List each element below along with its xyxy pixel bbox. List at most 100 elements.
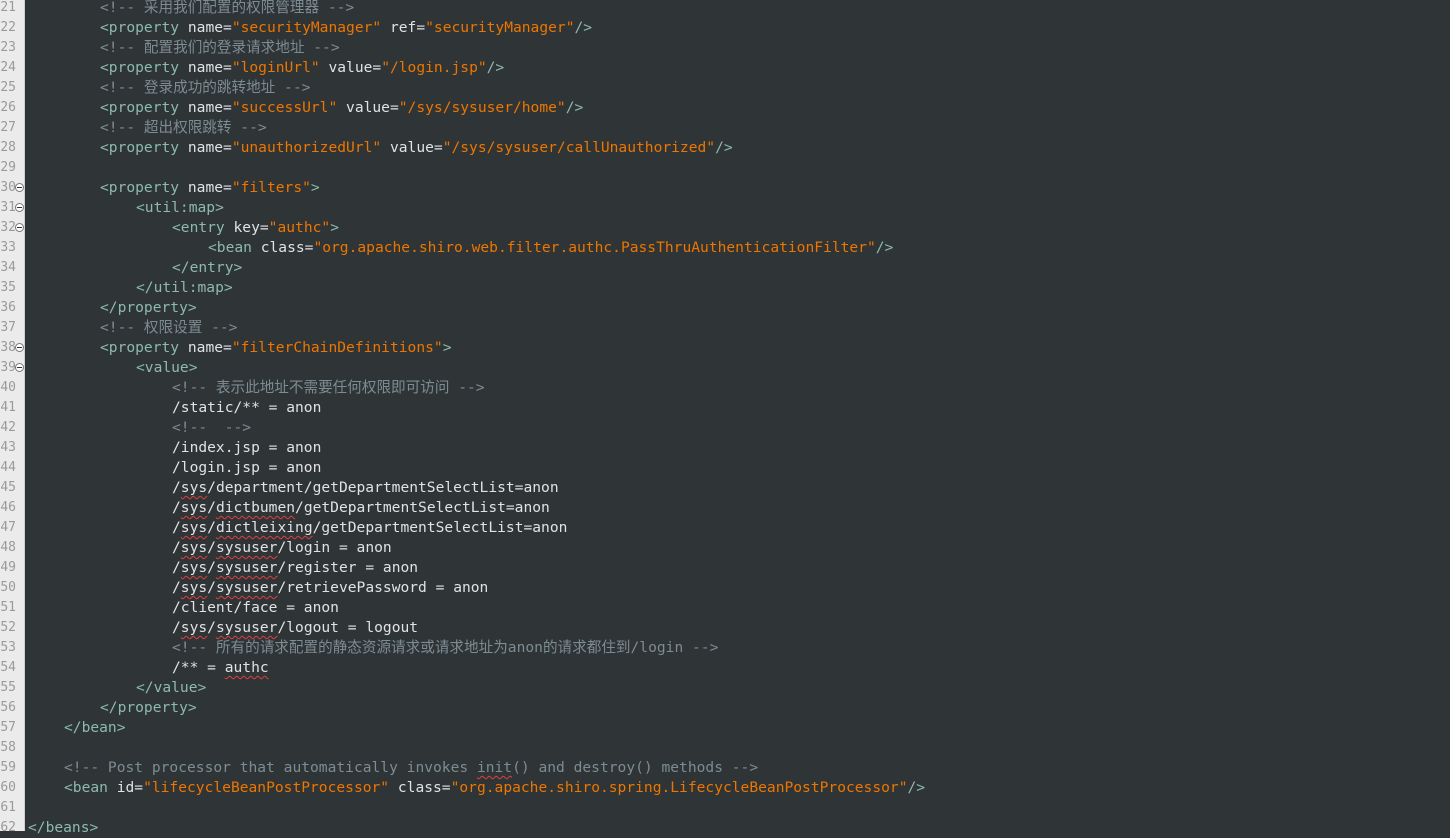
code-line[interactable]: 57 </bean> bbox=[0, 718, 1450, 738]
code-line[interactable]: 38 <property name="filterChainDefinitions… bbox=[0, 338, 1450, 358]
code-line[interactable]: 42 <!-- --> bbox=[0, 418, 1450, 438]
line-number: 35 bbox=[0, 280, 16, 295]
xml-attribute: name= bbox=[187, 139, 232, 156]
line-number: 48 bbox=[0, 540, 16, 555]
code-line[interactable]: 41/static/** = anon bbox=[0, 398, 1450, 418]
config-text: / bbox=[207, 579, 216, 596]
xml-tag: <entry bbox=[172, 219, 234, 236]
code-line[interactable]: 56 </property> bbox=[0, 698, 1450, 718]
code-line[interactable]: 61 bbox=[0, 798, 1450, 818]
config-text: /login.jsp = anon bbox=[172, 459, 322, 476]
line-number: 62 bbox=[0, 820, 16, 835]
xml-tag: <property bbox=[100, 59, 188, 76]
xml-comment: <!-- 配置我们的登录请求地址 --> bbox=[100, 39, 340, 56]
code-line[interactable]: 27 <!-- 超出权限跳转 --> bbox=[0, 118, 1450, 138]
xml-attribute: name= bbox=[187, 19, 232, 36]
xml-string: "authc" bbox=[268, 219, 331, 236]
code-line[interactable]: 44/login.jsp = anon bbox=[0, 458, 1450, 478]
line-number: 22 bbox=[0, 20, 16, 35]
code-line[interactable]: 26 <property name="successUrl" value="/sy… bbox=[0, 98, 1450, 118]
code-text: <property name="filterChainDefinitions"> bbox=[100, 338, 451, 358]
xml-comment: <!-- 权限设置 --> bbox=[100, 319, 238, 336]
code-line[interactable]: 30 <property name="filters"> bbox=[0, 178, 1450, 198]
xml-tag: > bbox=[310, 179, 320, 196]
code-line[interactable]: 55 </value> bbox=[0, 678, 1450, 698]
fold-toggle-icon[interactable] bbox=[15, 343, 24, 352]
code-line[interactable]: 25 <!-- 登录成功的跳转地址 --> bbox=[0, 78, 1450, 98]
misspelled-word: sys bbox=[180, 499, 208, 516]
code-line[interactable]: 37 <!-- 权限设置 --> bbox=[0, 318, 1450, 338]
code-line[interactable]: 35 </util:map> bbox=[0, 278, 1450, 298]
code-text: <!-- 配置我们的登录请求地址 --> bbox=[100, 38, 340, 58]
code-line[interactable]: 46/sys/dictbumen/getDepartmentSelectList… bbox=[0, 498, 1450, 518]
xml-attribute: name= bbox=[187, 339, 232, 356]
code-line[interactable]: 24 <property name="loginUrl" value="/logi… bbox=[0, 58, 1450, 78]
xml-comment: <!-- 登录成功的跳转地址 --> bbox=[100, 79, 311, 96]
config-text: / bbox=[207, 559, 216, 576]
line-number: 47 bbox=[0, 520, 16, 535]
fold-toggle-icon[interactable] bbox=[15, 203, 24, 212]
code-line[interactable]: 33 <bean class="org.apache.shiro.web.filt… bbox=[0, 238, 1450, 258]
code-editor[interactable]: 21 <!-- 采用我们配置的权限管理器 --> 22 <property name=… bbox=[0, 0, 1450, 836]
code-line[interactable]: 62 </beans> bbox=[0, 818, 1450, 838]
code-text: </property> bbox=[100, 698, 197, 718]
code-line[interactable]: 53 <!-- 所有的请求配置的静态资源请求或请求地址为anon的请求都住到/lo… bbox=[0, 638, 1450, 658]
code-text: </beans> bbox=[28, 818, 98, 838]
line-number: 61 bbox=[0, 800, 16, 815]
code-line[interactable]: 45/sys/department/getDepartmentSelectLis… bbox=[0, 478, 1450, 498]
line-number: 33 bbox=[0, 240, 16, 255]
code-line[interactable]: 47/sys/dictleixing/getDepartmentSelectLi… bbox=[0, 518, 1450, 538]
code-line[interactable]: 23 <!-- 配置我们的登录请求地址 --> bbox=[0, 38, 1450, 58]
code-line[interactable]: 51/client/face = anon bbox=[0, 598, 1450, 618]
code-line[interactable]: 48/sys/sysuser/login = anon bbox=[0, 538, 1450, 558]
fold-toggle-icon[interactable] bbox=[15, 223, 24, 232]
code-line[interactable]: 60 <bean id="lifecycleBeanPostProcessor" … bbox=[0, 778, 1450, 798]
xml-tag: </util:map> bbox=[136, 279, 233, 296]
xml-string: "/sys/sysuser/callUnauthorized" bbox=[442, 139, 716, 156]
misspelled-word: sys bbox=[180, 519, 208, 536]
misspelled-word: sys bbox=[180, 579, 208, 596]
code-line[interactable]: 31 <util:map> bbox=[0, 198, 1450, 218]
code-line[interactable]: 36 </property> bbox=[0, 298, 1450, 318]
code-text: /login.jsp = anon bbox=[172, 458, 321, 478]
misspelled-word: sys bbox=[180, 559, 208, 576]
code-line[interactable]: 43/index.jsp = anon bbox=[0, 438, 1450, 458]
xml-tag: <value> bbox=[136, 359, 198, 376]
code-line[interactable]: 21 <!-- 采用我们配置的权限管理器 --> bbox=[0, 0, 1450, 18]
code-text: <property name="filters"> bbox=[100, 178, 320, 198]
code-line[interactable]: 59 <!-- Post processor that automatically… bbox=[0, 758, 1450, 778]
xml-tag: /> bbox=[875, 239, 894, 256]
code-line[interactable]: 52/sys/sysuser/logout = logout bbox=[0, 618, 1450, 638]
code-line[interactable]: 32 <entry key="authc"> bbox=[0, 218, 1450, 238]
code-line[interactable]: 28 <property name="unauthorizedUrl" value… bbox=[0, 138, 1450, 158]
config-text: / bbox=[172, 539, 181, 556]
code-line[interactable]: 54 /** = authc bbox=[0, 658, 1450, 678]
fold-toggle-icon[interactable] bbox=[15, 183, 24, 192]
code-text: </bean> bbox=[64, 718, 126, 738]
xml-attribute: name= bbox=[187, 59, 232, 76]
misspelled-word: dictbumen bbox=[215, 499, 296, 516]
xml-tag: </value> bbox=[136, 679, 207, 696]
misspelled-word: sys bbox=[180, 539, 208, 556]
line-number: 44 bbox=[0, 460, 16, 475]
code-line[interactable]: 58 bbox=[0, 738, 1450, 758]
code-text: /static/** = anon bbox=[172, 398, 321, 418]
code-text: <property name="loginUrl" value="/login.… bbox=[100, 58, 504, 78]
misspelled-word: sys bbox=[180, 479, 208, 496]
line-number: 24 bbox=[0, 60, 16, 75]
code-line[interactable]: 50/sys/sysuser/retrievePassword = anon bbox=[0, 578, 1450, 598]
code-line[interactable]: 40 <!-- 表示此地址不需要任何权限即可访问 --> bbox=[0, 378, 1450, 398]
fold-toggle-icon[interactable] bbox=[15, 363, 24, 372]
xml-attribute: ref= bbox=[381, 19, 426, 36]
code-text: </value> bbox=[136, 678, 206, 698]
xml-tag: /> bbox=[715, 139, 733, 156]
xml-attribute: class= bbox=[260, 239, 314, 256]
code-text: <value> bbox=[136, 358, 198, 378]
code-line[interactable]: 29 bbox=[0, 158, 1450, 178]
code-line[interactable]: 39 <value> bbox=[0, 358, 1450, 378]
xml-string: "lifecycleBeanPostProcessor" bbox=[143, 779, 390, 796]
code-line[interactable]: 49/sys/sysuser/register = anon bbox=[0, 558, 1450, 578]
code-line[interactable]: 22 <property name="securityManager" ref="… bbox=[0, 18, 1450, 38]
xml-comment: () and destroy() methods --> bbox=[512, 759, 759, 776]
code-line[interactable]: 34 </entry> bbox=[0, 258, 1450, 278]
